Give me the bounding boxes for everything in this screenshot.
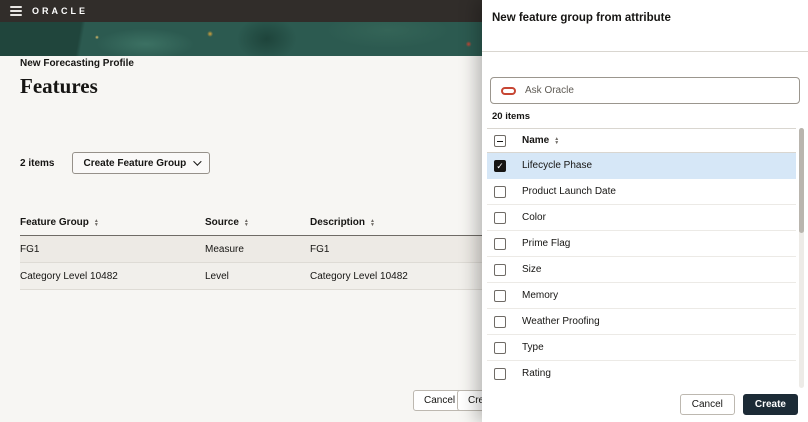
attribute-checkbox[interactable] xyxy=(494,211,506,224)
new-feature-group-drawer: New feature group from attribute 20 item… xyxy=(482,0,808,422)
cell-feature-group: Category Level 10482 xyxy=(20,270,118,282)
attribute-label: Prime Flag xyxy=(522,238,571,249)
divider xyxy=(482,51,808,52)
attribute-label: Lifecycle Phase xyxy=(522,160,593,171)
cell-source: Measure xyxy=(205,243,244,255)
select-all-checkbox[interactable] xyxy=(494,134,506,147)
app-screen: ORACLE New Forecasting Profile Features … xyxy=(0,0,808,422)
hamburger-menu-icon[interactable] xyxy=(10,6,22,16)
drawer-footer: Cancel Create xyxy=(679,394,798,415)
attribute-checkbox[interactable] xyxy=(494,237,506,250)
sort-icon[interactable] xyxy=(244,219,249,227)
search-input[interactable] xyxy=(525,85,789,96)
attribute-label: Size xyxy=(522,264,542,275)
items-count: 2 items xyxy=(20,157,55,169)
breadcrumb: New Forecasting Profile xyxy=(20,58,134,69)
attribute-checkbox[interactable] xyxy=(494,367,506,380)
column-name[interactable]: Name xyxy=(522,135,559,146)
attribute-row[interactable]: Product Launch Date xyxy=(487,179,796,205)
scrollbar-thumb[interactable] xyxy=(799,128,804,233)
drawer-create-button[interactable]: Create xyxy=(742,394,798,415)
create-feature-group-label: Create Feature Group xyxy=(83,157,187,169)
create-feature-group-button[interactable]: Create Feature Group xyxy=(72,152,211,174)
attribute-checkbox[interactable] xyxy=(494,185,506,198)
attribute-checkbox[interactable] xyxy=(494,341,506,354)
drawer-title: New feature group from attribute xyxy=(492,12,671,24)
attribute-row[interactable]: Lifecycle Phase xyxy=(487,153,796,179)
attribute-checkbox[interactable] xyxy=(494,315,506,328)
attribute-list: Lifecycle Phase Product Launch Date Colo… xyxy=(487,153,796,385)
column-feature-group[interactable]: Feature Group xyxy=(20,217,205,228)
attribute-row[interactable]: Weather Proofing xyxy=(487,309,796,335)
attribute-label: Product Launch Date xyxy=(522,186,616,197)
sort-icon[interactable] xyxy=(94,219,99,227)
table-toolbar: 2 items Create Feature Group xyxy=(20,152,211,174)
attribute-row[interactable]: Type xyxy=(487,335,796,361)
drawer-cancel-button[interactable]: Cancel xyxy=(679,394,735,415)
attribute-checkbox[interactable] xyxy=(494,159,506,172)
attribute-row[interactable]: Memory xyxy=(487,283,796,309)
sort-icon[interactable] xyxy=(554,137,559,145)
cell-source: Level xyxy=(205,270,229,282)
chevron-down-icon xyxy=(193,157,202,166)
ask-oracle-search[interactable] xyxy=(490,77,800,104)
attribute-label: Weather Proofing xyxy=(522,316,600,327)
attribute-checkbox[interactable] xyxy=(494,289,506,302)
attribute-row[interactable]: Size xyxy=(487,257,796,283)
scrollbar[interactable] xyxy=(799,128,804,388)
attribute-row[interactable]: Rating xyxy=(487,361,796,385)
attribute-label: Memory xyxy=(522,290,559,301)
attribute-checkbox[interactable] xyxy=(494,263,506,276)
attribute-row[interactable]: Prime Flag xyxy=(487,231,796,257)
attribute-label: Color xyxy=(522,212,546,223)
attribute-label: Rating xyxy=(522,368,551,379)
sort-icon[interactable] xyxy=(370,219,375,227)
attribute-label: Type xyxy=(522,342,544,353)
oracle-logo: ORACLE xyxy=(32,6,88,16)
oracle-o-icon xyxy=(501,86,516,95)
column-source[interactable]: Source xyxy=(205,217,310,228)
cell-feature-group: FG1 xyxy=(20,243,40,255)
page-title: Features xyxy=(20,74,98,98)
attribute-list-header: Name xyxy=(487,128,796,153)
attribute-count: 20 items xyxy=(492,111,531,122)
attribute-row[interactable]: Color xyxy=(487,205,796,231)
